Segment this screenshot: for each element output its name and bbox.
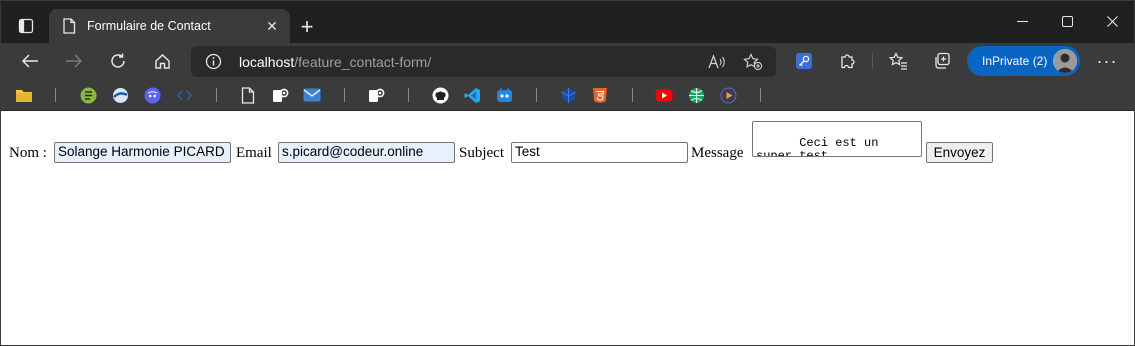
mail-icon[interactable] xyxy=(303,86,321,104)
message-textarea[interactable]: Ceci est un super test ! xyxy=(752,121,922,157)
tab-title: Formulaire de Contact xyxy=(87,19,211,33)
subject-field[interactable]: Test xyxy=(511,142,688,163)
new-tab-button[interactable]: + xyxy=(294,14,320,40)
puzzle-extensions-icon[interactable] xyxy=(833,47,863,75)
favorites-separator xyxy=(632,88,633,102)
window-close-button[interactable] xyxy=(1089,1,1134,41)
discord-icon[interactable] xyxy=(143,86,161,104)
forward-arrow-icon[interactable] xyxy=(59,47,89,75)
submit-button[interactable]: Envoyez xyxy=(926,142,993,163)
media-icon[interactable] xyxy=(719,86,737,104)
toolbar-divider xyxy=(872,53,873,69)
avatar xyxy=(1053,49,1077,73)
globe-icon[interactable] xyxy=(687,86,705,104)
read-aloud-icon[interactable] xyxy=(706,52,728,72)
favorites-separator xyxy=(536,88,537,102)
name-label: Nom : xyxy=(9,145,47,161)
key-extension-icon[interactable] xyxy=(789,47,819,75)
message-text: Ceci est un super test ! xyxy=(756,136,879,157)
tab-active[interactable]: Formulaire de Contact ✕ xyxy=(49,9,290,43)
favorites-icon[interactable] xyxy=(883,47,913,75)
url-path: /feature_contact-form/ xyxy=(294,54,432,70)
refresh-icon[interactable] xyxy=(103,47,133,75)
favorites-separator xyxy=(344,88,345,102)
more-icon[interactable]: ··· xyxy=(1093,47,1121,75)
inprivate-profile-button[interactable]: InPrivate (2) xyxy=(967,46,1080,76)
tab-actions-icon[interactable] xyxy=(11,13,41,39)
address-bar[interactable]: localhost/feature_contact-form/ xyxy=(191,46,776,77)
title-bar: Formulaire de Contact ✕ + xyxy=(1,1,1134,43)
back-arrow-icon[interactable] xyxy=(15,47,45,75)
collections-icon[interactable] xyxy=(927,47,957,75)
name-field[interactable]: Solange Harmonie PICARD xyxy=(54,142,231,163)
youtube-icon[interactable] xyxy=(655,86,673,104)
subject-label: Subject xyxy=(459,145,504,161)
html5-icon[interactable] xyxy=(591,86,609,104)
settings-icon[interactable] xyxy=(367,86,385,104)
email-field[interactable]: s.picard@codeur.online xyxy=(278,142,455,163)
settings-icon[interactable] xyxy=(271,86,289,104)
url-host: localhost xyxy=(239,54,295,70)
bot-icon[interactable] xyxy=(495,86,513,104)
favorites-separator xyxy=(408,88,409,102)
book-icon[interactable] xyxy=(79,86,97,104)
inprivate-label: InPrivate (2) xyxy=(982,54,1048,68)
folder-icon[interactable] xyxy=(15,86,33,104)
email-label: Email xyxy=(236,145,272,161)
home-icon[interactable] xyxy=(147,47,177,75)
code-icon[interactable] xyxy=(175,86,193,104)
add-favorite-icon[interactable] xyxy=(742,52,764,72)
url-text: localhost/feature_contact-form/ xyxy=(239,54,431,70)
page-icon[interactable] xyxy=(239,86,257,104)
resize-handle-icon[interactable] xyxy=(912,147,920,155)
favorites-separator xyxy=(55,88,56,102)
info-icon[interactable] xyxy=(205,53,222,75)
maximize-button[interactable] xyxy=(1044,1,1090,41)
web-icon[interactable] xyxy=(111,86,129,104)
github-icon[interactable] xyxy=(431,86,449,104)
toolbar: localhost/feature_contact-form/ InPrivat… xyxy=(1,43,1134,79)
favorites-separator xyxy=(216,88,217,102)
page-icon xyxy=(61,18,77,34)
favorites-separator xyxy=(760,88,761,102)
browser-window: Formulaire de Contact ✕ + localhost/feat… xyxy=(0,0,1135,346)
page-content: Nom : Solange Harmonie PICARD Email s.pi… xyxy=(1,112,1134,345)
minimize-button[interactable] xyxy=(999,1,1045,41)
message-label: Message xyxy=(691,145,744,161)
cube-icon[interactable] xyxy=(559,86,577,104)
favorites-bar xyxy=(1,79,1134,111)
vscode-icon[interactable] xyxy=(463,86,481,104)
close-icon[interactable]: ✕ xyxy=(260,14,284,38)
